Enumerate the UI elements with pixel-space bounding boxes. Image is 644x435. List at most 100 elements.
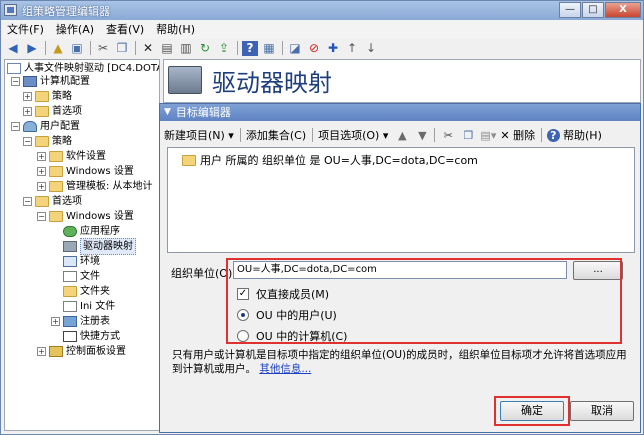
folder-icon [35, 106, 49, 117]
copy-icon[interactable]: ❐ [460, 129, 476, 142]
tree-label: Windows 设置 [66, 166, 134, 177]
print-icon[interactable]: ▥ [178, 41, 194, 56]
tree-node-windows-settings[interactable]: + Windows 设置 [37, 164, 134, 179]
expand-icon[interactable]: + [23, 92, 32, 101]
more-info-link[interactable]: 其他信息... [259, 363, 311, 375]
refresh-icon[interactable]: ↻ [197, 41, 213, 56]
expand-icon[interactable]: + [37, 347, 46, 356]
ou-highlight-frame [226, 258, 622, 344]
tree-node-environment[interactable]: 环境 [63, 254, 100, 269]
tree-node-folders[interactable]: 文件夹 [63, 284, 110, 299]
cut-icon[interactable]: ✂ [95, 41, 111, 56]
new-item-menu[interactable]: 新建项目(N) ▾ [164, 127, 234, 143]
cut-icon[interactable]: ✂ [440, 129, 456, 142]
console-tree[interactable]: 人事文件映射驱动 [DC4.DOTA.C − 计算机配置 + 策略 + 首选项 … [4, 59, 160, 431]
tree-node-ini-files[interactable]: Ini 文件 [63, 299, 115, 314]
move-down-icon[interactable]: ▼ [414, 129, 430, 142]
tree-label: 策略 [52, 136, 72, 147]
folder-icon [35, 136, 49, 147]
tree-node-control-panel[interactable]: + 控制面板设置 [37, 344, 126, 359]
tree-node-shortcuts[interactable]: 快捷方式 [63, 329, 120, 344]
menu-action[interactable]: 操作(A) [50, 20, 100, 39]
tree-node-cc-preferences[interactable]: + 首选项 [23, 104, 82, 119]
collapse-icon[interactable]: − [11, 122, 20, 131]
maximize-button[interactable]: □ [582, 2, 604, 18]
delete-button[interactable]: ✕ 删除 [500, 127, 535, 143]
tree-node-pref-windows-settings[interactable]: − Windows 设置 [37, 209, 134, 224]
ou-label: 组织单位(O) [171, 267, 233, 280]
tree-node-computer-config[interactable]: − 计算机配置 [11, 74, 90, 89]
expand-icon[interactable]: + [37, 167, 46, 176]
expand-icon[interactable]: + [51, 317, 60, 326]
tree-node-files[interactable]: 文件 [63, 269, 100, 284]
down-arrow-icon[interactable]: ↓ [363, 41, 379, 56]
ou-icon [182, 154, 196, 166]
targeting-item[interactable]: 用户 所属的 组织单位 是 OU=人事,DC=dota,DC=com [182, 152, 478, 168]
tree-node-cc-policies[interactable]: + 策略 [23, 89, 72, 104]
back-icon[interactable]: ◀ [5, 41, 21, 56]
show-hide-icon[interactable]: ▣ [69, 41, 85, 56]
tree-node-admin-templates[interactable]: + 管理模板: 从本地计 [37, 179, 153, 194]
toolbar-separator [45, 41, 46, 55]
add-icon[interactable]: ✚ [325, 41, 341, 56]
properties-icon[interactable]: ▤ [159, 41, 175, 56]
move-up-icon[interactable]: ▲ [394, 129, 410, 142]
help-icon[interactable]: ? [242, 40, 258, 56]
tree-label: 快捷方式 [80, 331, 120, 342]
copy-icon[interactable]: ❐ [114, 41, 130, 56]
targeting-items-list[interactable]: 用户 所属的 组织单位 是 OU=人事,DC=dota,DC=com [167, 147, 635, 253]
up-arrow-icon[interactable]: ↑ [344, 41, 360, 56]
expand-icon[interactable]: + [23, 107, 32, 116]
app-icon [4, 4, 17, 16]
tree-node-software-settings[interactable]: + 软件设置 [37, 149, 106, 164]
targeting-item-text: 用户 所属的 组织单位 是 OU=人事,DC=dota,DC=com [200, 154, 478, 167]
tree-label: 注册表 [80, 316, 110, 327]
computer-icon [23, 76, 37, 87]
menu-file[interactable]: 文件(F) [1, 20, 50, 39]
add-collection-button[interactable]: 添加集合(C) [246, 127, 306, 143]
new-icon[interactable]: ◪ [287, 41, 303, 56]
paste-icon[interactable]: ▤▾ [480, 129, 496, 142]
tree-node-uc-preferences[interactable]: − 首选项 [23, 194, 82, 209]
tree-node-registry[interactable]: + 注册表 [51, 314, 110, 329]
tree-node-applications[interactable]: 应用程序 [63, 224, 120, 239]
dialog-toolbar: 新建项目(N) ▾ 添加集合(C) 项目选项(O) ▾ ▲ ▼ ✂ ❐ ▤▾ ✕… [164, 125, 638, 145]
expand-icon[interactable]: + [37, 152, 46, 161]
targeting-editor-dialog: ▼ 目标编辑器 新建项目(N) ▾ 添加集合(C) 项目选项(O) ▾ ▲ ▼ … [159, 103, 641, 433]
toolbar-separator [90, 41, 91, 55]
menu-view[interactable]: 查看(V) [100, 20, 150, 39]
ok-highlight-frame [494, 396, 570, 426]
expand-icon[interactable]: + [37, 182, 46, 191]
tree-node-uc-policies[interactable]: − 策略 [23, 134, 72, 149]
environment-icon [63, 256, 77, 267]
collapse-icon[interactable]: − [23, 137, 32, 146]
up-icon[interactable]: ▲ [50, 41, 66, 56]
tree-node-user-config[interactable]: − 用户配置 [11, 119, 80, 134]
tree-label: 首选项 [52, 196, 82, 207]
cancel-button[interactable]: 取消 [570, 401, 634, 421]
export-icon[interactable]: ⇪ [216, 41, 232, 56]
dialog-menu-icon[interactable]: ▼ [164, 104, 171, 121]
folder-icon [35, 196, 49, 207]
tree-label: 管理模板: 从本地计 [66, 181, 153, 192]
toolbar-separator [239, 128, 241, 142]
collapse-icon[interactable]: − [11, 77, 20, 86]
close-button[interactable]: X [605, 2, 641, 18]
view-icon[interactable]: ▦ [261, 41, 277, 56]
help-button[interactable]: ? 帮助(H) [547, 127, 602, 143]
collapse-icon[interactable]: − [23, 197, 32, 206]
file-icon [63, 271, 77, 282]
tree-label: 软件设置 [66, 151, 106, 162]
help-label: 帮助(H) [563, 129, 602, 142]
block-icon[interactable]: ⊘ [306, 41, 322, 56]
folder-icon [49, 166, 63, 177]
tree-node-drive-maps[interactable]: 驱动器映射 [63, 238, 136, 255]
collapse-icon[interactable]: − [37, 212, 46, 221]
details-title: 驱动器映射 [212, 69, 332, 97]
item-options-menu[interactable]: 项目选项(O) ▾ [318, 127, 388, 143]
toolbar-separator [282, 41, 283, 55]
minimize-button[interactable]: — [559, 2, 581, 18]
menu-help[interactable]: 帮助(H) [150, 20, 201, 39]
delete-icon[interactable]: ✕ [140, 41, 156, 56]
forward-icon[interactable]: ▶ [24, 41, 40, 56]
